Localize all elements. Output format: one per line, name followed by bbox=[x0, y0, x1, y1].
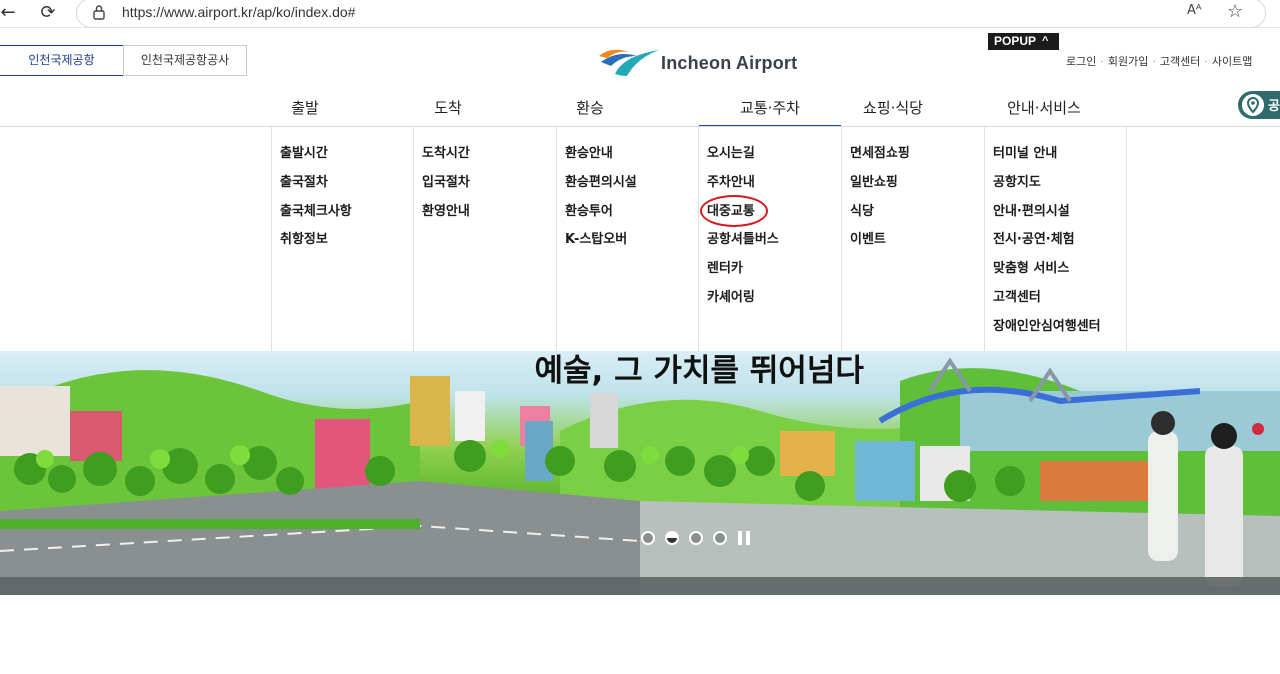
menu-item[interactable]: 입국절차 bbox=[422, 174, 470, 203]
menu-item[interactable]: 터미널 안내 bbox=[993, 145, 1101, 174]
gnb-transfer[interactable]: 환승 bbox=[555, 97, 625, 127]
menu-item[interactable]: 공항셔틀버스 bbox=[707, 231, 779, 260]
menu-item[interactable]: 공항지도 bbox=[993, 174, 1101, 203]
location-pin-icon bbox=[1242, 94, 1264, 116]
menu-item[interactable]: 환영안내 bbox=[422, 203, 470, 232]
menu-item[interactable]: 맞춤형 서비스 bbox=[993, 260, 1101, 289]
site-logo[interactable]: Incheon Airport bbox=[597, 44, 807, 78]
back-arrow-icon[interactable]: ← bbox=[0, 2, 20, 24]
menu-item[interactable]: 식당 bbox=[850, 203, 910, 232]
signup-link[interactable]: 회원가입 bbox=[1108, 55, 1148, 68]
popup-button[interactable]: POPUP ^ bbox=[988, 33, 1059, 50]
tab-airport-corporation[interactable]: 인천국제공항공사 bbox=[123, 45, 247, 76]
menu-item[interactable]: K-스탑오버 bbox=[565, 231, 637, 260]
url-text[interactable]: https://www.airport.kr/ap/ko/index.do# bbox=[122, 4, 355, 20]
logo-text: Incheon Airport bbox=[661, 53, 798, 73]
menu-item[interactable]: 카셰어링 bbox=[707, 289, 779, 318]
mega-menu: 출발시간 출국절차 출국체크사항 취항정보 도착시간 입국절차 환영안내 환승안… bbox=[0, 127, 1280, 351]
airport-guide-button[interactable]: 공 bbox=[1238, 91, 1280, 119]
mega-col-transport: 오시는길 주차안내 대중교통 공항셔틀버스 렌터카 카셰어링 bbox=[698, 127, 841, 351]
slide-dot-4[interactable] bbox=[713, 531, 727, 545]
mega-col-transfer: 환승안내 환승편의시설 환승투어 K-스탑오버 bbox=[556, 127, 699, 351]
refresh-icon[interactable]: ⟳ bbox=[36, 2, 60, 24]
tab-incheon-airport[interactable]: 인천국제공항 bbox=[0, 45, 124, 76]
banner-title: 예술, 그 가치를 뛰어넘다 bbox=[534, 353, 864, 389]
gnb-departure[interactable]: 출발 bbox=[270, 97, 340, 127]
menu-item[interactable]: 취항정보 bbox=[280, 231, 352, 260]
gnb-transport-parking[interactable]: 교통·주차 bbox=[699, 97, 841, 127]
mega-col-arrival: 도착시간 입국절차 환영안내 bbox=[413, 127, 556, 351]
menu-item[interactable]: 면세점쇼핑 bbox=[850, 145, 910, 174]
gnb-guide-service[interactable]: 안내·서비스 bbox=[993, 97, 1095, 127]
pause-icon[interactable] bbox=[737, 531, 751, 545]
menu-item[interactable]: 일반쇼핑 bbox=[850, 174, 910, 203]
mega-col-guide: 터미널 안내 공항지도 안내·편의시설 전시·공연·체험 맞춤형 서비스 고객센… bbox=[984, 127, 1127, 351]
guide-label: 공 bbox=[1268, 99, 1280, 114]
address-bar[interactable]: https://www.airport.kr/ap/ko/index.do# A… bbox=[76, 0, 1266, 28]
mega-col-departure: 출발시간 출국절차 출국체크사항 취항정보 bbox=[271, 127, 414, 351]
menu-item[interactable]: 환승투어 bbox=[565, 203, 637, 232]
favorite-star-icon[interactable]: ☆ bbox=[1227, 1, 1243, 22]
slide-dot-2[interactable] bbox=[665, 531, 679, 545]
popup-label: POPUP bbox=[994, 34, 1037, 48]
banner-bottom-bar bbox=[0, 577, 1280, 595]
menu-item[interactable]: 도착시간 bbox=[422, 145, 470, 174]
menu-item[interactable]: 출국체크사항 bbox=[280, 203, 352, 232]
customer-center-link[interactable]: 고객센터 bbox=[1160, 55, 1200, 68]
menu-item[interactable]: 출발시간 bbox=[280, 145, 352, 174]
main-banner[interactable]: 예술, 그 가치를 뛰어넘다 bbox=[0, 351, 1280, 595]
menu-item[interactable]: 장애인안심여행센터 bbox=[993, 318, 1101, 347]
menu-item[interactable]: 환승안내 bbox=[565, 145, 637, 174]
menu-item[interactable]: 전시·공연·체험 bbox=[993, 231, 1101, 260]
menu-item[interactable]: 렌터카 bbox=[707, 260, 779, 289]
highlight-circle-annotation bbox=[700, 195, 768, 227]
utility-links: 로그인 · 회원가입 · 고객센터 · 사이트맵 bbox=[1066, 55, 1253, 68]
lock-icon bbox=[93, 5, 105, 20]
slide-dot-3[interactable] bbox=[689, 531, 703, 545]
menu-item[interactable]: 출국절차 bbox=[280, 174, 352, 203]
gnb-arrival[interactable]: 도착 bbox=[413, 97, 483, 127]
menu-item[interactable]: 환승편의시설 bbox=[565, 174, 637, 203]
menu-item[interactable]: 오시는길 bbox=[707, 145, 779, 174]
menu-item[interactable]: 고객센터 bbox=[993, 289, 1101, 318]
logo-swoosh-icon bbox=[599, 49, 659, 76]
sitemap-link[interactable]: 사이트맵 bbox=[1212, 55, 1252, 68]
gnb-shopping-dining[interactable]: 쇼핑·식당 bbox=[842, 97, 944, 127]
chevron-up-icon: ^ bbox=[1042, 35, 1049, 47]
browser-toolbar: ← ⟳ https://www.airport.kr/ap/ko/index.d… bbox=[0, 0, 1280, 28]
slide-dot-1[interactable] bbox=[641, 531, 655, 545]
menu-item[interactable]: 이벤트 bbox=[850, 231, 910, 260]
login-link[interactable]: 로그인 bbox=[1066, 55, 1096, 68]
menu-item[interactable]: 안내·편의시설 bbox=[993, 203, 1101, 232]
mega-col-shopping: 면세점쇼핑 일반쇼핑 식당 이벤트 bbox=[841, 127, 984, 351]
read-aloud-icon[interactable]: Aᴬ bbox=[1187, 3, 1202, 18]
